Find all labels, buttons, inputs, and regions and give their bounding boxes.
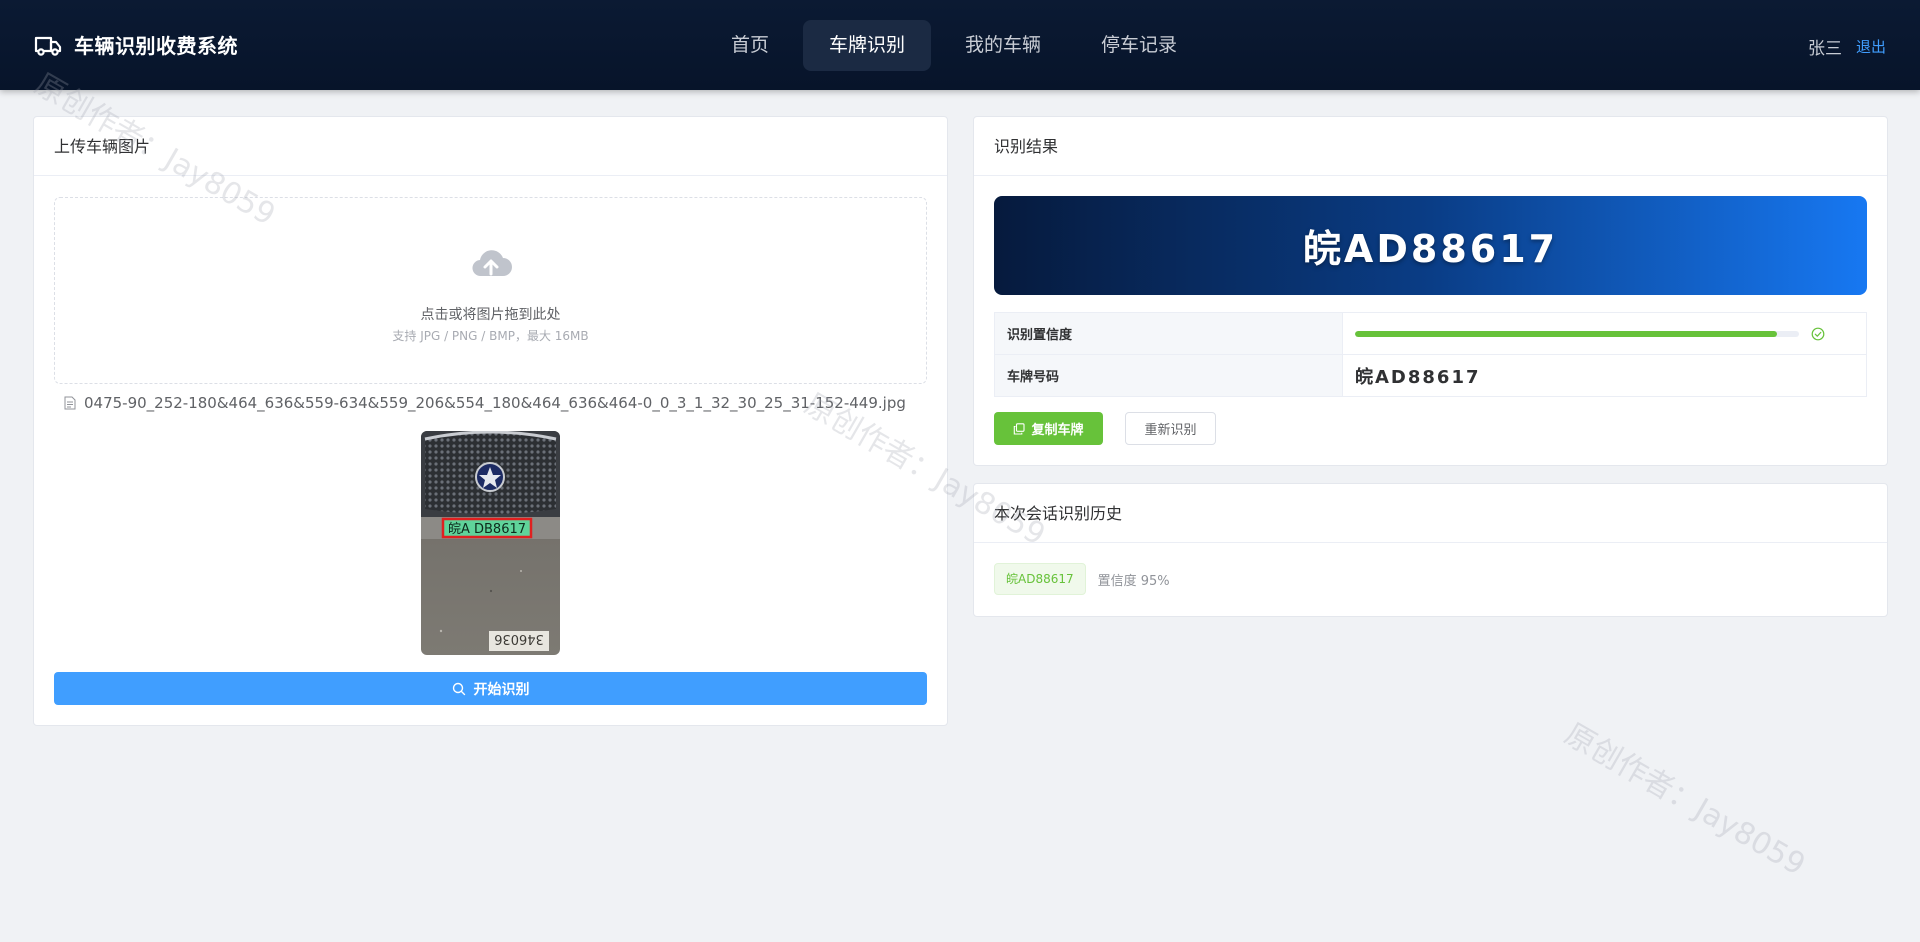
preview-plate-text: 皖A DB8617 xyxy=(448,522,526,537)
vehicle-preview-image: 皖A DB8617 346036 xyxy=(421,431,560,655)
history-plate-tag[interactable]: 皖AD88617 xyxy=(994,563,1086,595)
preview-ground-text: 346036 xyxy=(494,631,544,646)
plate-number-value: 皖AD88617 xyxy=(1355,366,1481,388)
history-card: 本次会话识别历史 皖AD88617 置信度 95% xyxy=(973,483,1888,617)
watermark: 原创作者：Jay8059 xyxy=(1558,716,1811,883)
result-info-table: 识别置信度 车牌号码 皖AD88617 xyxy=(994,312,1867,397)
truck-icon xyxy=(34,36,62,56)
plate-number-cell: 皖AD88617 xyxy=(1342,354,1867,397)
upload-card: 上传车辆图片 点击或将图片拖到此处 支持 JPG / PNG / BMP，最大 … xyxy=(33,116,948,726)
plate-number-label: 车牌号码 xyxy=(994,354,1343,397)
user-name: 张三 xyxy=(1807,39,1842,59)
search-icon xyxy=(452,682,465,695)
nav-home[interactable]: 首页 xyxy=(705,20,795,71)
upload-card-title: 上传车辆图片 xyxy=(34,117,947,176)
document-icon xyxy=(64,396,76,410)
plate-banner: 皖AD88617 xyxy=(994,196,1867,295)
main-nav: 首页 车牌识别 我的车辆 停车记录 xyxy=(705,20,1203,71)
upload-tip: 支持 JPG / PNG / BMP，最大 16MB xyxy=(392,329,589,343)
result-card-title: 识别结果 xyxy=(974,117,1887,176)
nav-plate-recognition[interactable]: 车牌识别 xyxy=(803,20,932,71)
history-item: 皖AD88617 置信度 95% xyxy=(994,563,1170,595)
copy-plate-button[interactable]: 复制车牌 xyxy=(994,412,1103,445)
brand-title: 车辆识别收费系统 xyxy=(74,34,238,58)
top-header: 车辆识别收费系统 首页 车牌识别 我的车辆 停车记录 张三 退出 xyxy=(0,0,1920,90)
history-card-title: 本次会话识别历史 xyxy=(974,484,1887,543)
confidence-label: 识别置信度 xyxy=(994,312,1343,355)
retry-recognition-button[interactable]: 重新识别 xyxy=(1125,412,1216,445)
table-row: 车牌号码 皖AD88617 xyxy=(994,354,1867,397)
start-recognition-button[interactable]: 开始识别 xyxy=(54,672,927,705)
nav-my-vehicles[interactable]: 我的车辆 xyxy=(939,20,1067,71)
recognized-plate: 皖AD88617 xyxy=(1302,227,1559,271)
confidence-progress xyxy=(1355,330,1799,337)
confidence-progress-fill xyxy=(1355,330,1777,337)
table-row: 识别置信度 xyxy=(994,312,1867,355)
nav-parking-records[interactable]: 停车记录 xyxy=(1075,20,1203,71)
check-circle-icon xyxy=(1811,327,1825,340)
logout-link[interactable]: 退出 xyxy=(1856,36,1886,57)
copy-plate-label: 复制车牌 xyxy=(1031,423,1084,438)
user-area: 张三 退出 xyxy=(1808,34,1886,59)
result-card: 识别结果 皖AD88617 识别置信度 车牌号码 皖AD88617 复制车牌 重… xyxy=(973,116,1888,466)
confidence-cell xyxy=(1342,312,1867,355)
cloud-upload-icon xyxy=(472,250,512,277)
history-confidence: 置信度 95% xyxy=(1097,573,1170,589)
file-item[interactable]: 0475-90_252-180&464_636&559-634&559_206&… xyxy=(64,394,906,412)
file-name: 0475-90_252-180&464_636&559-634&559_206&… xyxy=(84,394,906,412)
upload-dropzone[interactable]: 点击或将图片拖到此处 支持 JPG / PNG / BMP，最大 16MB xyxy=(54,197,927,384)
brand[interactable]: 车辆识别收费系统 xyxy=(34,30,238,59)
copy-icon xyxy=(1014,422,1026,435)
upload-instruction: 点击或将图片拖到此处 xyxy=(420,307,561,323)
start-recognition-label: 开始识别 xyxy=(473,681,530,698)
